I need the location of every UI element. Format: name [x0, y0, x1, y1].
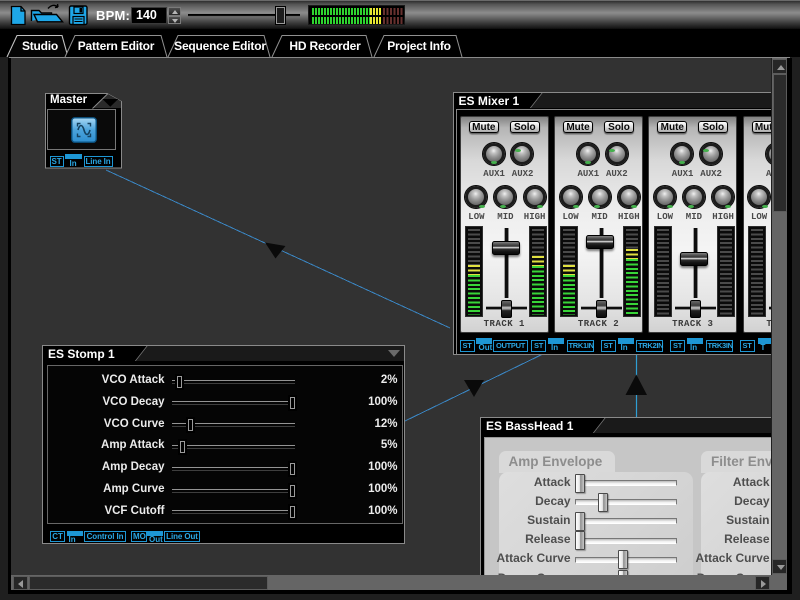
- svg-text:Sequence Editor: Sequence Editor: [174, 39, 266, 53]
- svg-text:HD Recorder: HD Recorder: [289, 39, 361, 53]
- svg-text:Project Info: Project Info: [387, 39, 451, 53]
- svg-text:Pattern Editor: Pattern Editor: [78, 39, 155, 53]
- svg-text:Studio: Studio: [22, 39, 58, 53]
